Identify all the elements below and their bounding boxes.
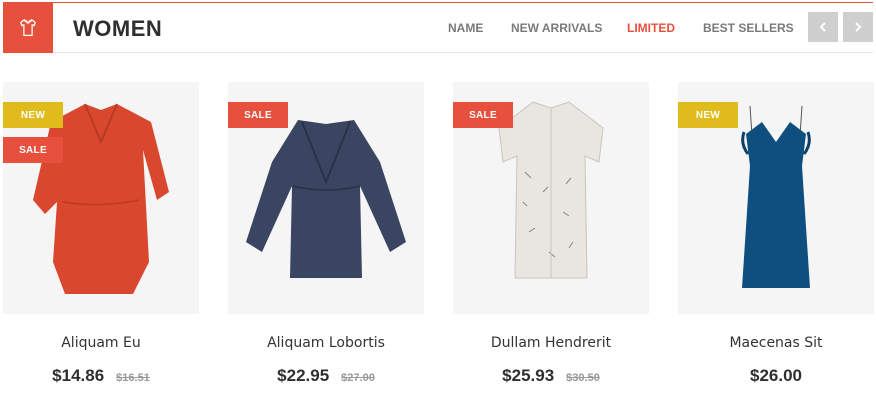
tab-best-sellers[interactable]: BEST SELLERS [703,21,794,35]
prev-button[interactable] [808,12,838,42]
product-card[interactable]: NEW SALE Aliquam Eu $14.86 $16.51 [3,82,199,402]
product-image[interactable]: SALE [453,82,649,314]
chevron-right-icon [855,22,862,32]
product-card[interactable]: SALE Aliquam Lobortis $22.95 $27.00 [228,82,424,402]
product-image[interactable]: SALE [228,82,424,314]
price-row: $14.86 $16.51 [3,366,199,386]
product-old-price: $16.51 [116,372,150,384]
price-row: $22.95 $27.00 [228,366,424,386]
category-header: WOMEN NAME NEW ARRIVALS LIMITED BEST SEL… [3,2,873,53]
next-button[interactable] [843,12,873,42]
product-old-price: $30.50 [566,372,600,384]
sale-badge: SALE [228,102,288,128]
filter-tabs: NAME NEW ARRIVALS LIMITED BEST SELLERS [3,21,873,37]
product-name[interactable]: Dullam Hendrerit [453,335,649,351]
product-image[interactable]: NEW SALE [3,82,199,314]
sale-badge: SALE [453,102,513,128]
product-name[interactable]: Aliquam Lobortis [228,335,424,351]
chevron-left-icon [819,22,826,32]
price-row: $26.00 [678,366,874,386]
sale-badge: SALE [3,137,63,163]
product-price: $26.00 [750,366,802,385]
new-badge: NEW [3,102,63,128]
product-price: $25.93 [502,366,555,385]
product-card[interactable]: NEW Maecenas Sit $26.00 [678,82,874,402]
new-badge: NEW [678,102,738,128]
product-price: $14.86 [52,366,105,385]
tab-new-arrivals[interactable]: NEW ARRIVALS [511,21,602,35]
product-card[interactable]: SALE Dullam Hendrerit $25.93 $30.50 [453,82,649,402]
product-image[interactable]: NEW [678,82,874,314]
tab-limited[interactable]: LIMITED [627,21,675,35]
product-name[interactable]: Aliquam Eu [3,335,199,351]
product-name[interactable]: Maecenas Sit [678,335,874,351]
product-old-price: $27.00 [341,372,375,384]
product-price: $22.95 [277,366,330,385]
price-row: $25.93 $30.50 [453,366,649,386]
tab-name[interactable]: NAME [448,21,483,35]
